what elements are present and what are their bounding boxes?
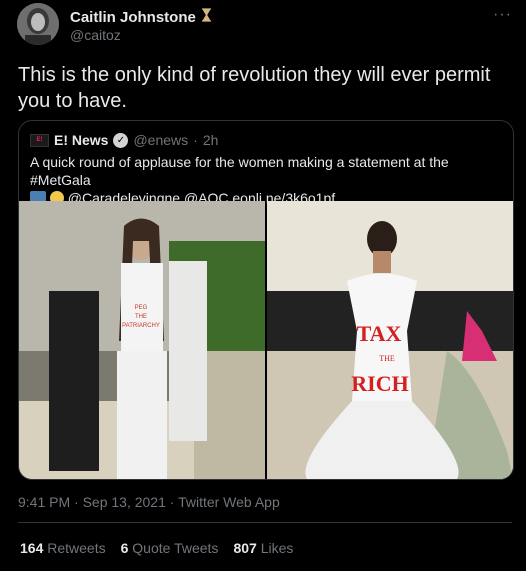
author-handle[interactable]: @caitoz xyxy=(70,27,121,43)
peg-sign-line2: THE xyxy=(135,314,147,320)
author-name-row: Caitlin Johnstone xyxy=(70,8,212,27)
quoted-image-right[interactable]: TAX THE RICH xyxy=(267,201,513,479)
verified-icon: ✓ xyxy=(113,132,129,148)
quoted-author-name: E! News xyxy=(54,132,109,148)
met-gala-photo-gown: TAX THE RICH xyxy=(267,201,513,479)
peg-sign-line3: PATRIARCHY xyxy=(122,323,160,329)
hourglass-icon xyxy=(201,8,212,27)
tweet-text: This is the only kind of revolution they… xyxy=(18,64,491,112)
peg-sign-line1: PEG xyxy=(135,305,148,311)
dress-text-line1: TAX xyxy=(357,321,402,346)
likes-stat[interactable]: 807 Likes xyxy=(233,540,293,556)
met-gala-photo-white-suit: PEG THE PATRIARCHY xyxy=(19,201,265,479)
quoted-tweet-header: E! E! News ✓ @enews · 2h xyxy=(30,132,218,148)
likes-count: 807 xyxy=(233,540,257,556)
quote-tweets-count: 6 xyxy=(120,540,129,556)
likes-label: Likes xyxy=(260,540,294,556)
quoted-time: 2h xyxy=(202,132,219,148)
retweets-count: 164 xyxy=(20,540,44,556)
quote-tweets-stat[interactable]: 6 Quote Tweets xyxy=(121,540,219,556)
dress-text-line2: THE xyxy=(379,354,395,363)
divider-top xyxy=(18,522,512,523)
quoted-author-avatar: E! xyxy=(30,133,49,147)
retweets-stat[interactable]: 164 Retweets xyxy=(20,540,106,556)
quoted-tweet[interactable]: E! E! News ✓ @enews · 2h A quick round o… xyxy=(18,120,514,480)
quoted-text-line1: A quick round of applause for the women … xyxy=(30,154,449,188)
more-icon[interactable]: ··· xyxy=(493,6,512,24)
engagement-stats: 164 Retweets 6 Quote Tweets 807 Likes xyxy=(20,540,293,556)
quote-tweets-label: Quote Tweets xyxy=(132,540,219,556)
avatar-image xyxy=(17,3,59,45)
tweet-timestamp[interactable]: 9:41 PM · Sep 13, 2021 · Twitter Web App xyxy=(18,494,280,510)
quoted-tweet-text: A quick round of applause for the women … xyxy=(30,153,500,207)
author-name[interactable]: Caitlin Johnstone xyxy=(70,9,196,26)
quoted-author-handle: @enews xyxy=(133,132,189,148)
quoted-image-left[interactable]: PEG THE PATRIARCHY xyxy=(19,201,265,479)
dress-text-line3: RICH xyxy=(351,371,408,396)
author-avatar[interactable] xyxy=(17,3,59,45)
retweets-label: Retweets xyxy=(47,540,106,556)
separator-dot: · xyxy=(193,132,198,148)
